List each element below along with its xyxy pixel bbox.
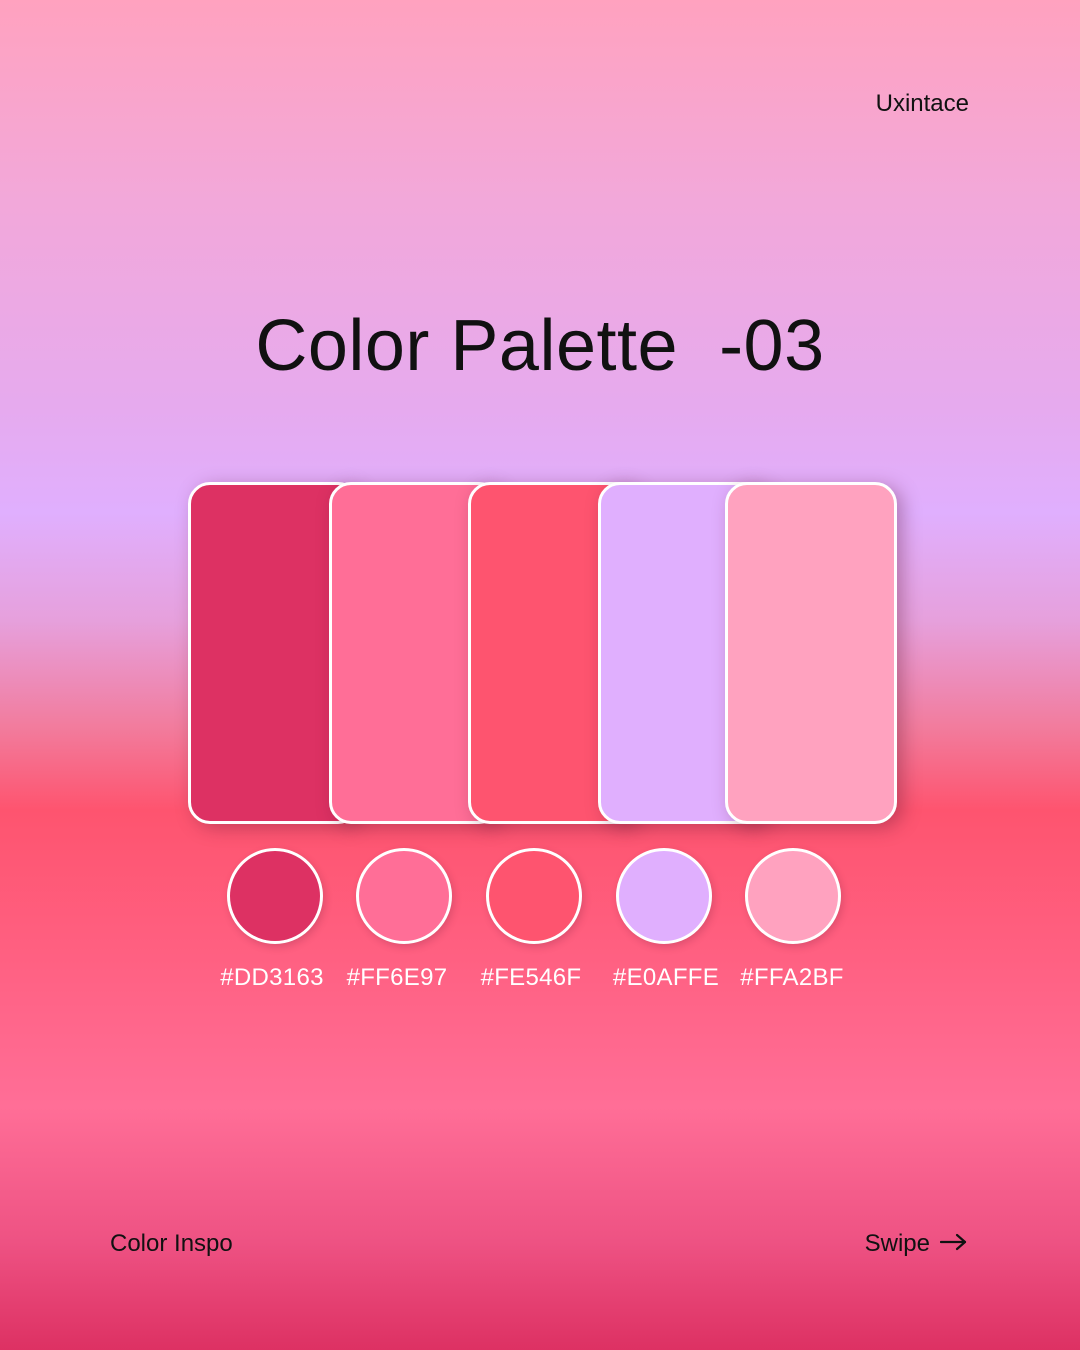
hex-label-4: #E0AFFE [612, 964, 720, 991]
swatch-dot-5 [745, 848, 841, 944]
page-title: Color Palette -03 [255, 306, 825, 386]
hex-label-5: #FFA2BF [740, 964, 844, 991]
brand-label: Uxintace [875, 90, 969, 117]
arrow-right-icon [939, 1230, 968, 1258]
swatch-dot-4 [616, 848, 712, 944]
hex-label-3: #FE546F [480, 964, 582, 991]
swatch-dot-3 [486, 848, 582, 944]
swipe-label: Swipe [864, 1230, 930, 1257]
swatch-dot-2 [356, 848, 452, 944]
swatch-dot-1 [227, 848, 323, 944]
swatch-card-5 [725, 482, 897, 824]
swipe-link[interactable]: Swipe [865, 1230, 968, 1258]
hex-label-2: #FF6E97 [346, 964, 448, 991]
hex-label-1: #DD3163 [220, 964, 324, 991]
footer-left-label: Color Inspo [110, 1230, 233, 1257]
